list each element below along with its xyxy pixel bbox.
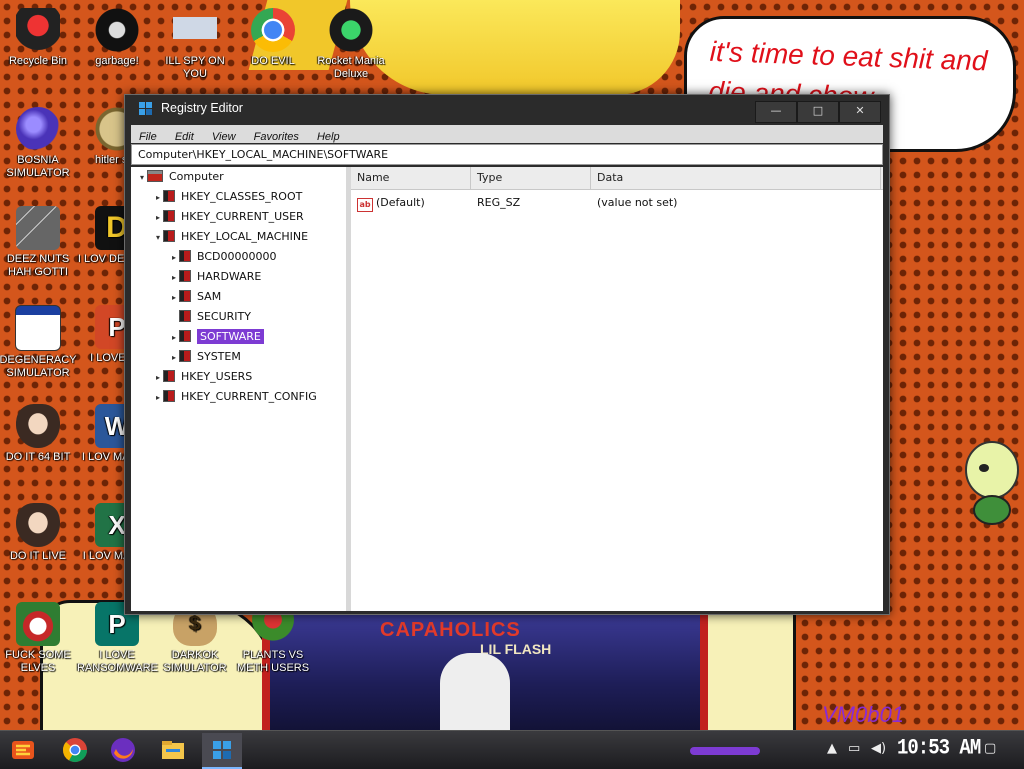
spy-icon — [173, 8, 217, 52]
album-title: CAPAHOLICS — [380, 619, 521, 641]
window-app-icon — [15, 305, 61, 351]
registry-editor-window[interactable]: Registry Editor — □ ✕ File Edit View Fav… — [124, 94, 890, 615]
chevron-right-icon[interactable]: ▸ — [153, 209, 163, 227]
rocket-icon — [329, 8, 373, 52]
column-header-name[interactable]: Name — [351, 167, 471, 189]
firefox-icon[interactable] — [110, 737, 136, 763]
tree-node-hkey-current-user[interactable]: ▸ HKEY_CURRENT_USER — [153, 208, 304, 226]
wallpaper-flame — [350, 0, 680, 95]
folder-icon — [179, 350, 191, 362]
value-name: (Default) — [376, 196, 425, 209]
address-bar[interactable]: Computer\HKEY_LOCAL_MACHINE\SOFTWARE — [131, 144, 883, 165]
chevron-right-icon[interactable]: ▸ — [169, 329, 179, 347]
folder-icon — [179, 250, 191, 262]
start-button-icon[interactable] — [10, 737, 36, 763]
chevron-right-icon[interactable]: ▸ — [153, 369, 163, 387]
tree-node-bcd00000000[interactable]: ▸ BCD00000000 — [169, 248, 277, 266]
taskbar: ▲ ▭ ◀) 10:53 AM ▢ — [0, 730, 1024, 769]
address-path[interactable]: Computer\HKEY_LOCAL_MACHINE\SOFTWARE — [138, 148, 388, 161]
recycle-bin-icon — [16, 8, 60, 52]
folder-icon — [163, 230, 175, 242]
folder-icon — [163, 390, 175, 402]
folder-icon — [163, 370, 175, 382]
desktop-icon-garbage[interactable]: garbage! — [77, 8, 157, 68]
chrome-icon — [251, 8, 295, 52]
values-list[interactable]: Name Type Data ab (Default) REG_SZ (value… — [351, 167, 883, 611]
desktop-icon-bosnia-simulator[interactable]: BOSNIA SIMULATOR — [0, 107, 78, 180]
tree-node-sam[interactable]: ▸ SAM — [169, 288, 221, 306]
list-header: Name Type Data — [351, 167, 883, 190]
folder-icon — [179, 310, 191, 322]
desktop-icon-do-it-64-bit[interactable]: DO IT 64 BIT — [0, 404, 78, 464]
close-button[interactable]: ✕ — [839, 101, 881, 123]
file-explorer-icon[interactable] — [160, 737, 186, 763]
desktop-icon-do-evil[interactable]: DO EVIL — [233, 8, 313, 68]
minimize-button[interactable]: — — [755, 101, 797, 123]
desktop-icon-degeneracy-simulator[interactable]: DEGENERACY SIMULATOR — [0, 305, 78, 380]
maximize-button[interactable]: □ — [797, 101, 839, 123]
chevron-right-icon[interactable]: ▸ — [153, 389, 163, 407]
registry-editor-icon — [213, 741, 231, 759]
window-title: Registry Editor — [161, 101, 243, 115]
chevron-down-icon[interactable]: ▾ — [137, 169, 147, 187]
mine-icon — [16, 107, 60, 151]
tree-node-hkey-classes-root[interactable]: ▸ HKEY_CLASSES_ROOT — [153, 188, 302, 206]
network-icon[interactable]: ▭ — [848, 741, 860, 756]
cartoon-character-icon — [965, 441, 1019, 525]
elf-icon — [16, 602, 60, 646]
folder-icon — [163, 210, 175, 222]
chrome-icon[interactable] — [62, 737, 88, 763]
taskbar-decoration — [690, 747, 760, 755]
tree-node-system[interactable]: ▸ SYSTEM — [169, 348, 241, 366]
tree-node-security[interactable]: SECURITY — [169, 308, 251, 326]
volume-icon[interactable]: ◀) — [871, 741, 886, 756]
taskbar-regedit-active[interactable] — [202, 733, 242, 769]
folder-icon — [179, 330, 191, 342]
chevron-up-icon[interactable]: ▲ — [827, 741, 837, 756]
chevron-right-icon[interactable]: ▸ — [169, 289, 179, 307]
album-figure — [440, 653, 510, 731]
desktop-icon-rocket-mania[interactable]: Rocket Mania Deluxe — [311, 8, 391, 81]
value-row[interactable]: ab (Default) REG_SZ (value not set) — [351, 193, 883, 213]
folder-icon — [179, 290, 191, 302]
garbage-icon — [95, 8, 139, 52]
menu-bar: File Edit View Favorites Help — [131, 125, 883, 143]
desktop-icon-recycle-bin[interactable]: Recycle Bin — [0, 8, 78, 68]
wallpaper-face — [700, 600, 796, 736]
folder-icon — [179, 270, 191, 282]
value-data: (value not set) — [597, 196, 678, 209]
value-name-cell: ab (Default) — [357, 193, 425, 213]
desktop-icon-deez-nuts[interactable]: DEEZ NUTS HAH GOTTI — [0, 206, 78, 279]
registry-tree[interactable]: ▾ Computer ▸ HKEY_CLASSES_ROOT ▸ HKEY_CURRE… — [131, 167, 346, 611]
computer-icon — [147, 170, 163, 182]
tree-node-software[interactable]: ▸ SOFTWARE — [169, 328, 264, 346]
desktop-icon-fuck-some-elves[interactable]: FUCK SOME ELVES — [0, 602, 78, 675]
notification-icon[interactable]: ▢ — [984, 741, 996, 756]
tree-node-hkey-current-config[interactable]: ▸ HKEY_CURRENT_CONFIG — [153, 388, 317, 406]
windows-stack-icon — [16, 206, 60, 250]
tree-node-computer[interactable]: ▾ Computer — [137, 168, 224, 186]
chevron-right-icon[interactable]: ▸ — [169, 249, 179, 267]
string-value-icon: ab — [357, 198, 373, 212]
chevron-right-icon[interactable]: ▸ — [169, 349, 179, 367]
desktop-icon-spy[interactable]: ILL SPY ON YOU — [155, 8, 235, 81]
chevron-right-icon[interactable]: ▸ — [153, 189, 163, 207]
tree-node-hkey-users[interactable]: ▸ HKEY_USERS — [153, 368, 252, 386]
wallpaper-signature: VM0b01 — [822, 702, 904, 727]
tree-node-hardware[interactable]: ▸ HARDWARE — [169, 268, 261, 286]
tree-node-hkey-local-machine[interactable]: ▾ HKEY_LOCAL_MACHINE — [153, 228, 308, 246]
chevron-right-icon[interactable]: ▸ — [169, 269, 179, 287]
taskbar-clock[interactable]: 10:53 AM — [897, 735, 981, 760]
album-cover: CAPAHOLICS LIL FLASH — [262, 613, 708, 731]
portrait-icon — [16, 503, 60, 547]
desktop-icon-do-it-live[interactable]: DO IT LIVE — [0, 503, 78, 563]
portrait-64-icon — [16, 404, 60, 448]
chevron-down-icon[interactable]: ▾ — [153, 229, 163, 247]
folder-icon — [163, 190, 175, 202]
registry-editor-icon — [139, 102, 152, 115]
column-header-type[interactable]: Type — [471, 167, 591, 189]
column-header-data[interactable]: Data — [591, 167, 881, 189]
value-type: REG_SZ — [477, 196, 521, 209]
title-bar[interactable]: Registry Editor — □ ✕ — [125, 95, 889, 123]
